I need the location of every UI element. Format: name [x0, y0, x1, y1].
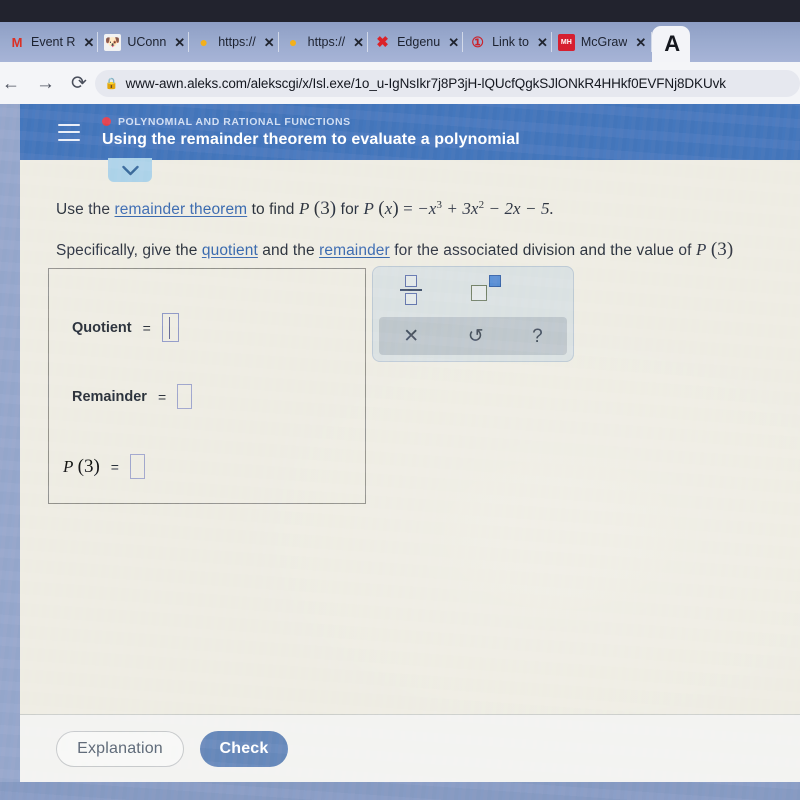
- screenshot-root: M Event R ✕ 🐶 UConn ✕ ● https:// ✕ ● htt…: [0, 0, 800, 800]
- header-text-group: POLYNOMIAL AND RATIONAL FUNCTIONS Using …: [102, 116, 520, 149]
- aleks-header: POLYNOMIAL AND RATIONAL FUNCTIONS Using …: [20, 104, 800, 160]
- close-icon[interactable]: ✕: [537, 36, 548, 49]
- url-text: www-awn.aleks.com/alekscgi/x/Isl.exe/1o_…: [125, 75, 726, 91]
- browser-toolbar: ← → ⟳ 🔒 www-awn.aleks.com/alekscgi/x/Isl…: [0, 62, 800, 104]
- browser-tab[interactable]: ● https:// ✕: [188, 26, 278, 58]
- close-icon[interactable]: ✕: [83, 36, 94, 49]
- page-viewport: POLYNOMIAL AND RATIONAL FUNCTIONS Using …: [0, 104, 800, 800]
- tab-title: Link to: [492, 35, 529, 49]
- tab-title: Edgenu: [397, 35, 441, 49]
- q1-mid: to find: [247, 201, 299, 218]
- browser-tab[interactable]: ● https:// ✕: [277, 26, 368, 58]
- equals-sign: =: [110, 458, 119, 475]
- close-icon[interactable]: ✕: [635, 36, 646, 49]
- close-icon[interactable]: ✕: [448, 36, 459, 49]
- check-button[interactable]: Check: [200, 730, 288, 767]
- equals-sign: =: [142, 319, 151, 336]
- page-title: Using the remainder theorem to evaluate …: [102, 130, 520, 148]
- p-of-3-input[interactable]: [129, 454, 145, 479]
- remainder-label: Remainder: [72, 388, 147, 405]
- header-tabbar: [20, 158, 800, 182]
- blackboard-icon: ①: [471, 34, 484, 50]
- equals-sign: =: [157, 388, 167, 405]
- q2-mid2: for the associated division and the valu…: [389, 242, 696, 259]
- q2-mid1: and the: [257, 242, 320, 259]
- browser-tabstrip[interactable]: M Event R ✕ 🐶 UConn ✕ ● https:// ✕ ● htt…: [0, 22, 800, 62]
- q1-term1: −x: [417, 199, 437, 218]
- mcgraw-hill-icon: MH: [557, 33, 575, 51]
- q1-p-of-3: P (3): [298, 198, 337, 219]
- fraction-template-icon[interactable]: [400, 275, 422, 305]
- aleks-page: POLYNOMIAL AND RATIONAL FUNCTIONS Using …: [20, 104, 800, 782]
- clear-icon[interactable]: ✕: [403, 327, 419, 346]
- answer-row-quotient: Quotient =: [72, 313, 179, 342]
- topic-kicker: POLYNOMIAL AND RATIONAL FUNCTIONS: [102, 116, 520, 128]
- close-icon[interactable]: ✕: [353, 36, 364, 49]
- browser-tab-active-aleks[interactable]: A: [651, 26, 691, 62]
- footer-actions: Explanation Check: [20, 714, 800, 782]
- forward-icon[interactable]: →: [36, 74, 55, 93]
- remainder-input[interactable]: [177, 384, 193, 409]
- q1-equals: =: [398, 199, 418, 218]
- lock-icon: 🔒: [104, 77, 119, 90]
- quotient-input[interactable]: [161, 313, 179, 342]
- edgenuity-icon: ✖: [376, 33, 389, 51]
- question-line-2: Specifically, give the quotient and the …: [56, 239, 800, 261]
- help-icon[interactable]: ?: [532, 327, 543, 346]
- q1-for: for: [336, 201, 364, 218]
- chevron-down-icon[interactable]: [108, 158, 152, 182]
- explanation-button[interactable]: Explanation: [56, 730, 184, 767]
- remainder-theorem-link[interactable]: remainder theorem: [115, 201, 248, 218]
- address-bar[interactable]: 🔒 www-awn.aleks.com/alekscgi/x/Isl.exe/1…: [94, 69, 800, 97]
- q2-pre: Specifically, give the: [56, 242, 202, 259]
- q1-term3: − 2x − 5.: [484, 199, 554, 218]
- browser-tab[interactable]: 🐶 UConn ✕: [97, 26, 189, 58]
- q2-p-of-3: P (3): [695, 239, 734, 260]
- question-line-1: Use the remainder theorem to find P (3) …: [56, 198, 800, 220]
- math-keypad[interactable]: ✕ ↺ ?: [372, 266, 574, 362]
- remainder-link[interactable]: remainder: [319, 242, 390, 259]
- gmail-icon: M: [11, 34, 23, 50]
- browser-tab[interactable]: MH McGraw ✕: [550, 26, 650, 58]
- reload-icon[interactable]: ⟳: [71, 74, 87, 93]
- quotient-label: Quotient: [72, 319, 132, 336]
- tab-title: https://: [218, 35, 256, 49]
- answer-row-p-of-3: P (3) =: [63, 454, 145, 479]
- question-content: Use the remainder theorem to find P (3) …: [20, 180, 800, 504]
- tab-title: A: [664, 31, 681, 56]
- back-icon[interactable]: ←: [2, 74, 20, 92]
- topic-category: POLYNOMIAL AND RATIONAL FUNCTIONS: [118, 115, 351, 128]
- tab-title: https://: [307, 35, 346, 49]
- p-of-3-label: P (3): [63, 455, 100, 477]
- browser-tab[interactable]: ① Link to ✕: [462, 26, 552, 58]
- tab-title: Event R: [31, 35, 76, 49]
- undo-icon[interactable]: ↺: [468, 327, 484, 346]
- status-dot-icon: [102, 117, 111, 126]
- q1-pre: Use the: [56, 201, 115, 218]
- keypad-action-row: ✕ ↺ ?: [379, 317, 567, 355]
- tab-title: UConn: [127, 35, 167, 49]
- browser-tab[interactable]: M Event R ✕: [2, 26, 98, 58]
- answer-panel: Quotient = Remainder = P (3) =: [48, 268, 366, 504]
- browser-tab[interactable]: ✖ Edgenu ✕: [367, 26, 463, 58]
- keypad-templates-row: [373, 267, 573, 317]
- q1-p-of-x: P (x): [363, 198, 399, 219]
- close-icon[interactable]: ✕: [264, 36, 275, 49]
- bookmark-icon: ●: [199, 34, 208, 50]
- hamburger-icon[interactable]: [58, 123, 80, 141]
- page-bottom-strip: [0, 782, 800, 800]
- close-icon[interactable]: ✕: [174, 36, 185, 49]
- tab-title: McGraw: [580, 35, 628, 49]
- exponent-template-icon[interactable]: [471, 275, 501, 301]
- bookmark-icon: ●: [288, 34, 298, 50]
- quotient-link[interactable]: quotient: [202, 242, 258, 259]
- window-titlebar: [0, 0, 800, 24]
- uconn-icon: 🐶: [104, 33, 122, 51]
- chevron-down-glyph: [121, 165, 139, 175]
- q1-term2: + 3x: [442, 199, 479, 218]
- answer-row-remainder: Remainder =: [72, 384, 193, 409]
